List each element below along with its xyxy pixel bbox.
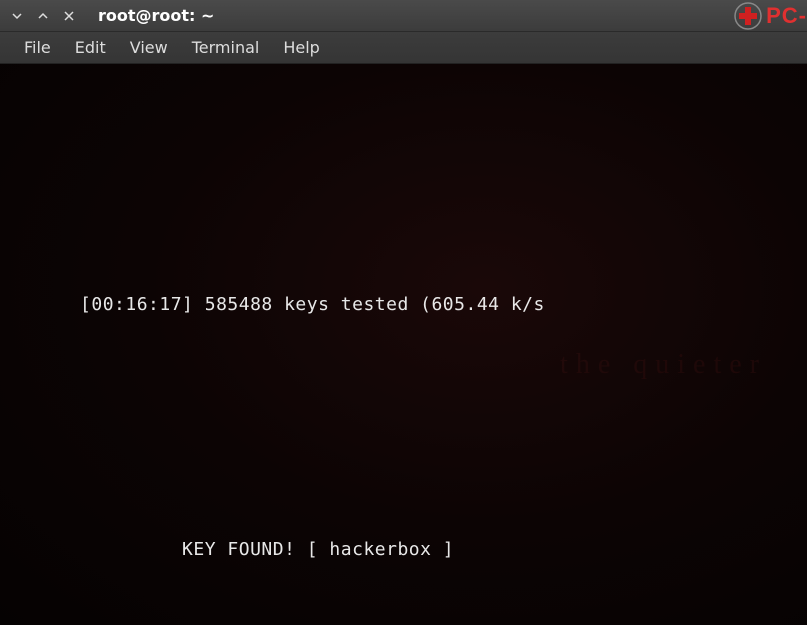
menu-help[interactable]: Help xyxy=(271,34,331,61)
key-found-line: KEY FOUND! [ hackerbox ] xyxy=(12,536,807,563)
window-title: root@root: ~ xyxy=(98,6,214,25)
minimize-button[interactable] xyxy=(8,7,26,25)
maximize-button[interactable] xyxy=(34,7,52,25)
titlebar: root@root: ~ PC- xyxy=(0,0,807,32)
close-button[interactable] xyxy=(60,7,78,25)
terminal[interactable]: the quieter [00:16:17] 585488 keys teste… xyxy=(0,64,807,625)
menu-terminal[interactable]: Terminal xyxy=(180,34,272,61)
empty-line xyxy=(12,373,807,400)
window-controls xyxy=(8,7,78,25)
empty-line xyxy=(12,618,807,625)
chevron-down-icon xyxy=(11,10,23,22)
menu-file[interactable]: File xyxy=(12,34,63,61)
close-icon xyxy=(63,10,75,22)
status-line: [00:16:17] 585488 keys tested (605.44 k/… xyxy=(12,291,807,318)
chevron-up-icon xyxy=(37,10,49,22)
menu-edit[interactable]: Edit xyxy=(63,34,118,61)
menubar: File Edit View Terminal Help xyxy=(0,32,807,64)
logo-cross-icon xyxy=(734,2,762,30)
empty-line xyxy=(12,454,807,481)
empty-line xyxy=(12,209,807,236)
terminal-content: [00:16:17] 585488 keys tested (605.44 k/… xyxy=(12,154,807,625)
menu-view[interactable]: View xyxy=(118,34,180,61)
logo-text: PC- xyxy=(766,3,807,29)
logo: PC- xyxy=(734,2,807,30)
